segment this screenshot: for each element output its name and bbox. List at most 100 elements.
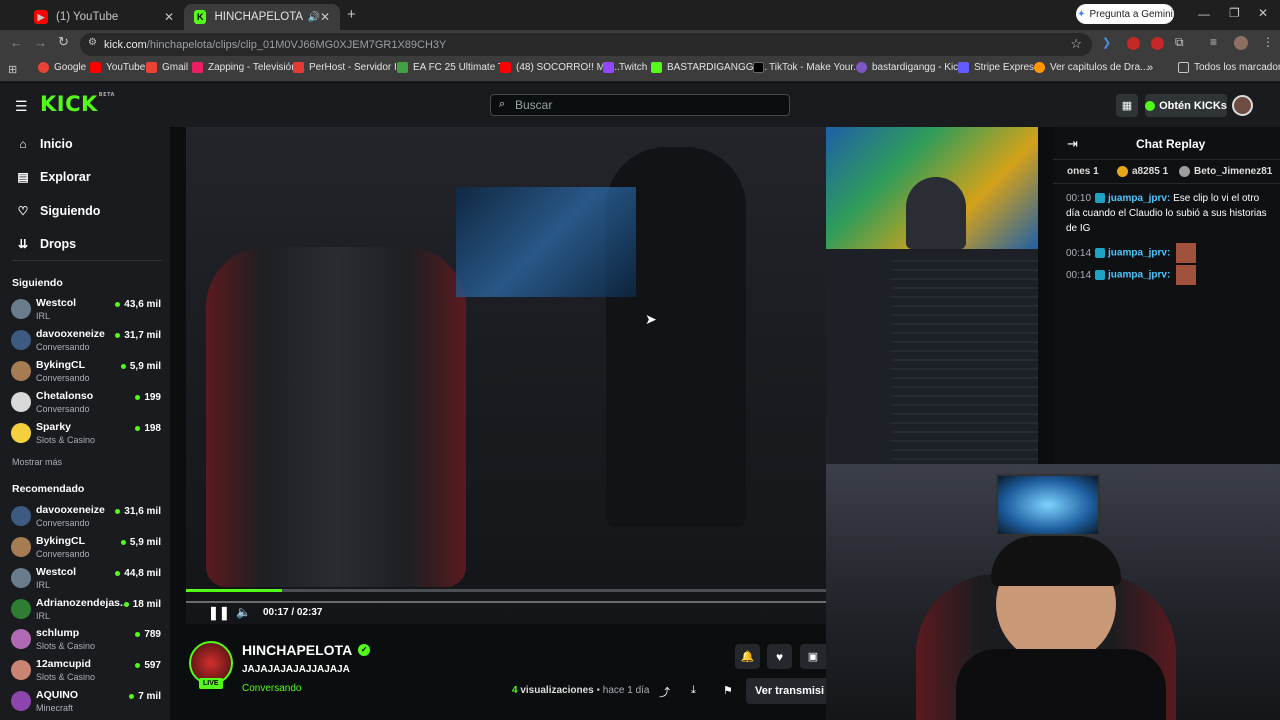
extension-icon[interactable]: ❯ bbox=[1102, 36, 1111, 49]
bookmark-item[interactable]: BASTARDIGANGG |... bbox=[651, 62, 767, 73]
user-avatar[interactable] bbox=[1232, 95, 1253, 116]
sidebar-channel[interactable]: Adrianozendejas... IRL 18 mil bbox=[11, 597, 161, 627]
dashboard-icon[interactable]: ▦ bbox=[1116, 94, 1138, 117]
bookmark-item[interactable]: Zapping - Televisión... bbox=[192, 62, 305, 73]
message-user[interactable]: juampa_jprv: bbox=[1108, 248, 1170, 259]
bookmark-item[interactable]: (48) SOCORRO!! ME... bbox=[500, 62, 620, 73]
close-tab-icon[interactable]: ✕ bbox=[320, 10, 330, 24]
message-user[interactable]: juampa_jprv: bbox=[1108, 270, 1170, 281]
sidebar-channel[interactable]: davooxeneize Conversando 31,6 mil bbox=[11, 504, 161, 534]
collapse-chat-icon[interactable]: ⇥ bbox=[1067, 136, 1078, 152]
reload-icon[interactable]: ↻ bbox=[58, 34, 69, 50]
nav-inicio[interactable]: ⌂ Inicio bbox=[16, 137, 72, 151]
bookmark-item[interactable]: Gmail bbox=[146, 62, 188, 73]
bookmark-item[interactable]: Twitch bbox=[603, 62, 647, 73]
nav-label: Explorar bbox=[40, 170, 91, 184]
search-input[interactable]: ⌕ Buscar bbox=[490, 94, 790, 116]
bookmark-item[interactable]: Stripe Express bbox=[958, 62, 1039, 73]
close-window-icon[interactable]: ✕ bbox=[1258, 6, 1268, 20]
stream-title: JAJAJAJAJAJJAJAJA bbox=[242, 664, 350, 675]
gift-icon[interactable]: ▣ bbox=[800, 644, 826, 669]
channel-name: Westcol bbox=[36, 566, 77, 578]
watch-stream-button[interactable]: Ver transmisi bbox=[746, 678, 826, 704]
bookmark-item[interactable]: Ver capitulos de Dra... bbox=[1034, 62, 1148, 73]
show-more-link[interactable]: Mostrar más bbox=[12, 457, 62, 467]
tab-title: (1) YouTube bbox=[56, 11, 119, 23]
apps-grid-icon[interactable]: ⊞ bbox=[8, 63, 17, 76]
sidebar-channel[interactable]: Chetalonso Conversando 199 bbox=[11, 390, 161, 420]
site-info-icon[interactable]: ⚙ bbox=[88, 37, 97, 48]
notification-bell-icon[interactable]: 🔔 bbox=[735, 644, 760, 669]
restore-window-icon[interactable]: ❐ bbox=[1229, 6, 1240, 20]
get-kicks-button[interactable]: Obtén KICKs bbox=[1145, 94, 1227, 117]
all-bookmarks[interactable]: Todos los marcadores bbox=[1178, 62, 1280, 73]
sidebar-channel[interactable]: Westcol IRL 43,6 mil bbox=[11, 297, 161, 327]
views-meta: 4 visualizaciones • hace 1 día bbox=[512, 685, 649, 696]
download-icon[interactable]: ⤓ bbox=[691, 684, 696, 697]
sidebar-channel[interactable]: 12amcupid Slots & Casino 597 bbox=[11, 658, 161, 688]
gemini-button[interactable]: ✦ Pregunta a Gemini bbox=[1076, 4, 1174, 24]
gmail-icon bbox=[146, 62, 157, 73]
message-user[interactable]: juampa_jprv: bbox=[1108, 193, 1170, 204]
bookmark-item[interactable]: PerHost - Servidor I... bbox=[293, 62, 405, 73]
bookmark-item[interactable]: EA FC 25 Ultimate T... bbox=[397, 62, 511, 73]
kick-logo[interactable]: KICKBETA bbox=[40, 92, 115, 116]
viewer-count: 5,9 mil bbox=[121, 537, 161, 548]
nav-siguiendo[interactable]: ♡ Siguiendo bbox=[16, 204, 101, 218]
leaderboard-label: Beto_Jimenez81 bbox=[1194, 166, 1273, 177]
channel-category: Conversando bbox=[36, 342, 90, 352]
leaderboard-item: ones 1 bbox=[1067, 166, 1099, 177]
audio-playing-icon[interactable]: 🔊 bbox=[307, 12, 319, 23]
sidebar-channel[interactable]: BykingCL Conversando 5,9 mil bbox=[11, 535, 161, 565]
close-tab-icon[interactable]: ✕ bbox=[164, 10, 174, 24]
sidebar-channel[interactable]: Sparky Slots & Casino 198 bbox=[11, 421, 161, 451]
minimize-window-icon[interactable]: — bbox=[1198, 7, 1210, 21]
video-player[interactable]: ➤ ❚❚ 🔈 00:17 / 02:37 bbox=[186, 127, 826, 624]
extensions-puzzle-icon[interactable]: ⧉ bbox=[1175, 35, 1184, 50]
channel-name-row[interactable]: HINCHAPELOTA ✓ bbox=[242, 642, 371, 658]
channel-category: Minecraft bbox=[36, 703, 74, 713]
heart-icon: ♡ bbox=[17, 204, 29, 218]
address-bar[interactable]: ⚙ kick.com/hinchapelota/clips/clip_01M0V… bbox=[80, 33, 1092, 56]
viewer-count: 5,9 mil bbox=[121, 361, 161, 372]
viewer-count: 597 bbox=[135, 660, 161, 671]
share-icon[interactable]: ⤴ bbox=[659, 684, 670, 700]
follow-heart-icon[interactable]: ♥ bbox=[767, 644, 792, 669]
views-count: 4 bbox=[512, 685, 518, 696]
new-tab-button[interactable]: + bbox=[347, 6, 356, 23]
nav-drops[interactable]: ⇊ Drops bbox=[16, 237, 76, 251]
stream-category[interactable]: Conversando bbox=[242, 683, 301, 694]
video-progress-bar[interactable] bbox=[186, 589, 826, 592]
volume-icon[interactable]: 🔈 bbox=[236, 605, 251, 619]
sidebar-channel[interactable]: Westcol IRL 44,8 mil bbox=[11, 566, 161, 596]
kick-icon bbox=[856, 62, 867, 73]
bookmark-item[interactable]: Google bbox=[38, 62, 86, 73]
bookmark-item[interactable]: TikTok - Make Your... bbox=[753, 62, 861, 73]
bookmark-label: Todos los marcadores bbox=[1194, 62, 1280, 73]
forward-icon[interactable]: → bbox=[34, 35, 47, 50]
back-icon[interactable]: ← bbox=[10, 35, 23, 50]
bookmark-star-icon[interactable]: ☆ bbox=[1070, 36, 1082, 52]
report-icon[interactable]: ⚑ bbox=[723, 684, 733, 697]
media-controls-icon[interactable]: ≡ bbox=[1210, 35, 1217, 49]
channel-name: Adrianozendejas... bbox=[36, 597, 124, 609]
bookmark-item[interactable]: bastardigangg - Kic... bbox=[856, 62, 967, 73]
kick-favicon-icon: K bbox=[194, 10, 207, 24]
subscriber-badge-icon bbox=[1095, 248, 1106, 258]
browser-menu-icon[interactable]: ⋮ bbox=[1262, 35, 1274, 49]
extension-icon[interactable] bbox=[1151, 37, 1164, 50]
twitch-icon bbox=[603, 62, 614, 73]
sidebar-channel[interactable]: schlump Slots & Casino 789 bbox=[11, 627, 161, 657]
pause-icon[interactable]: ❚❚ bbox=[208, 605, 230, 621]
tab-youtube[interactable]: ▶ (1) YouTube ✕ bbox=[24, 4, 184, 30]
more-bookmarks-icon[interactable]: » bbox=[1147, 62, 1153, 74]
hamburger-menu-icon[interactable]: ☰ bbox=[15, 98, 28, 115]
sidebar-channel[interactable]: BykingCL Conversando 5,9 mil bbox=[11, 359, 161, 389]
nav-explorar[interactable]: ▤ Explorar bbox=[16, 170, 91, 184]
tab-kick[interactable]: K HINCHAPELOTA - Watch cli 🔊 ✕ bbox=[184, 4, 340, 30]
extension-icon[interactable] bbox=[1127, 37, 1140, 50]
sidebar-channel[interactable]: AQUINO Minecraft 7 mil bbox=[11, 689, 161, 719]
bookmark-item[interactable]: YouTube bbox=[90, 62, 145, 73]
profile-avatar[interactable] bbox=[1234, 36, 1248, 50]
sidebar-channel[interactable]: davooxeneize Conversando 31,7 mil bbox=[11, 328, 161, 358]
